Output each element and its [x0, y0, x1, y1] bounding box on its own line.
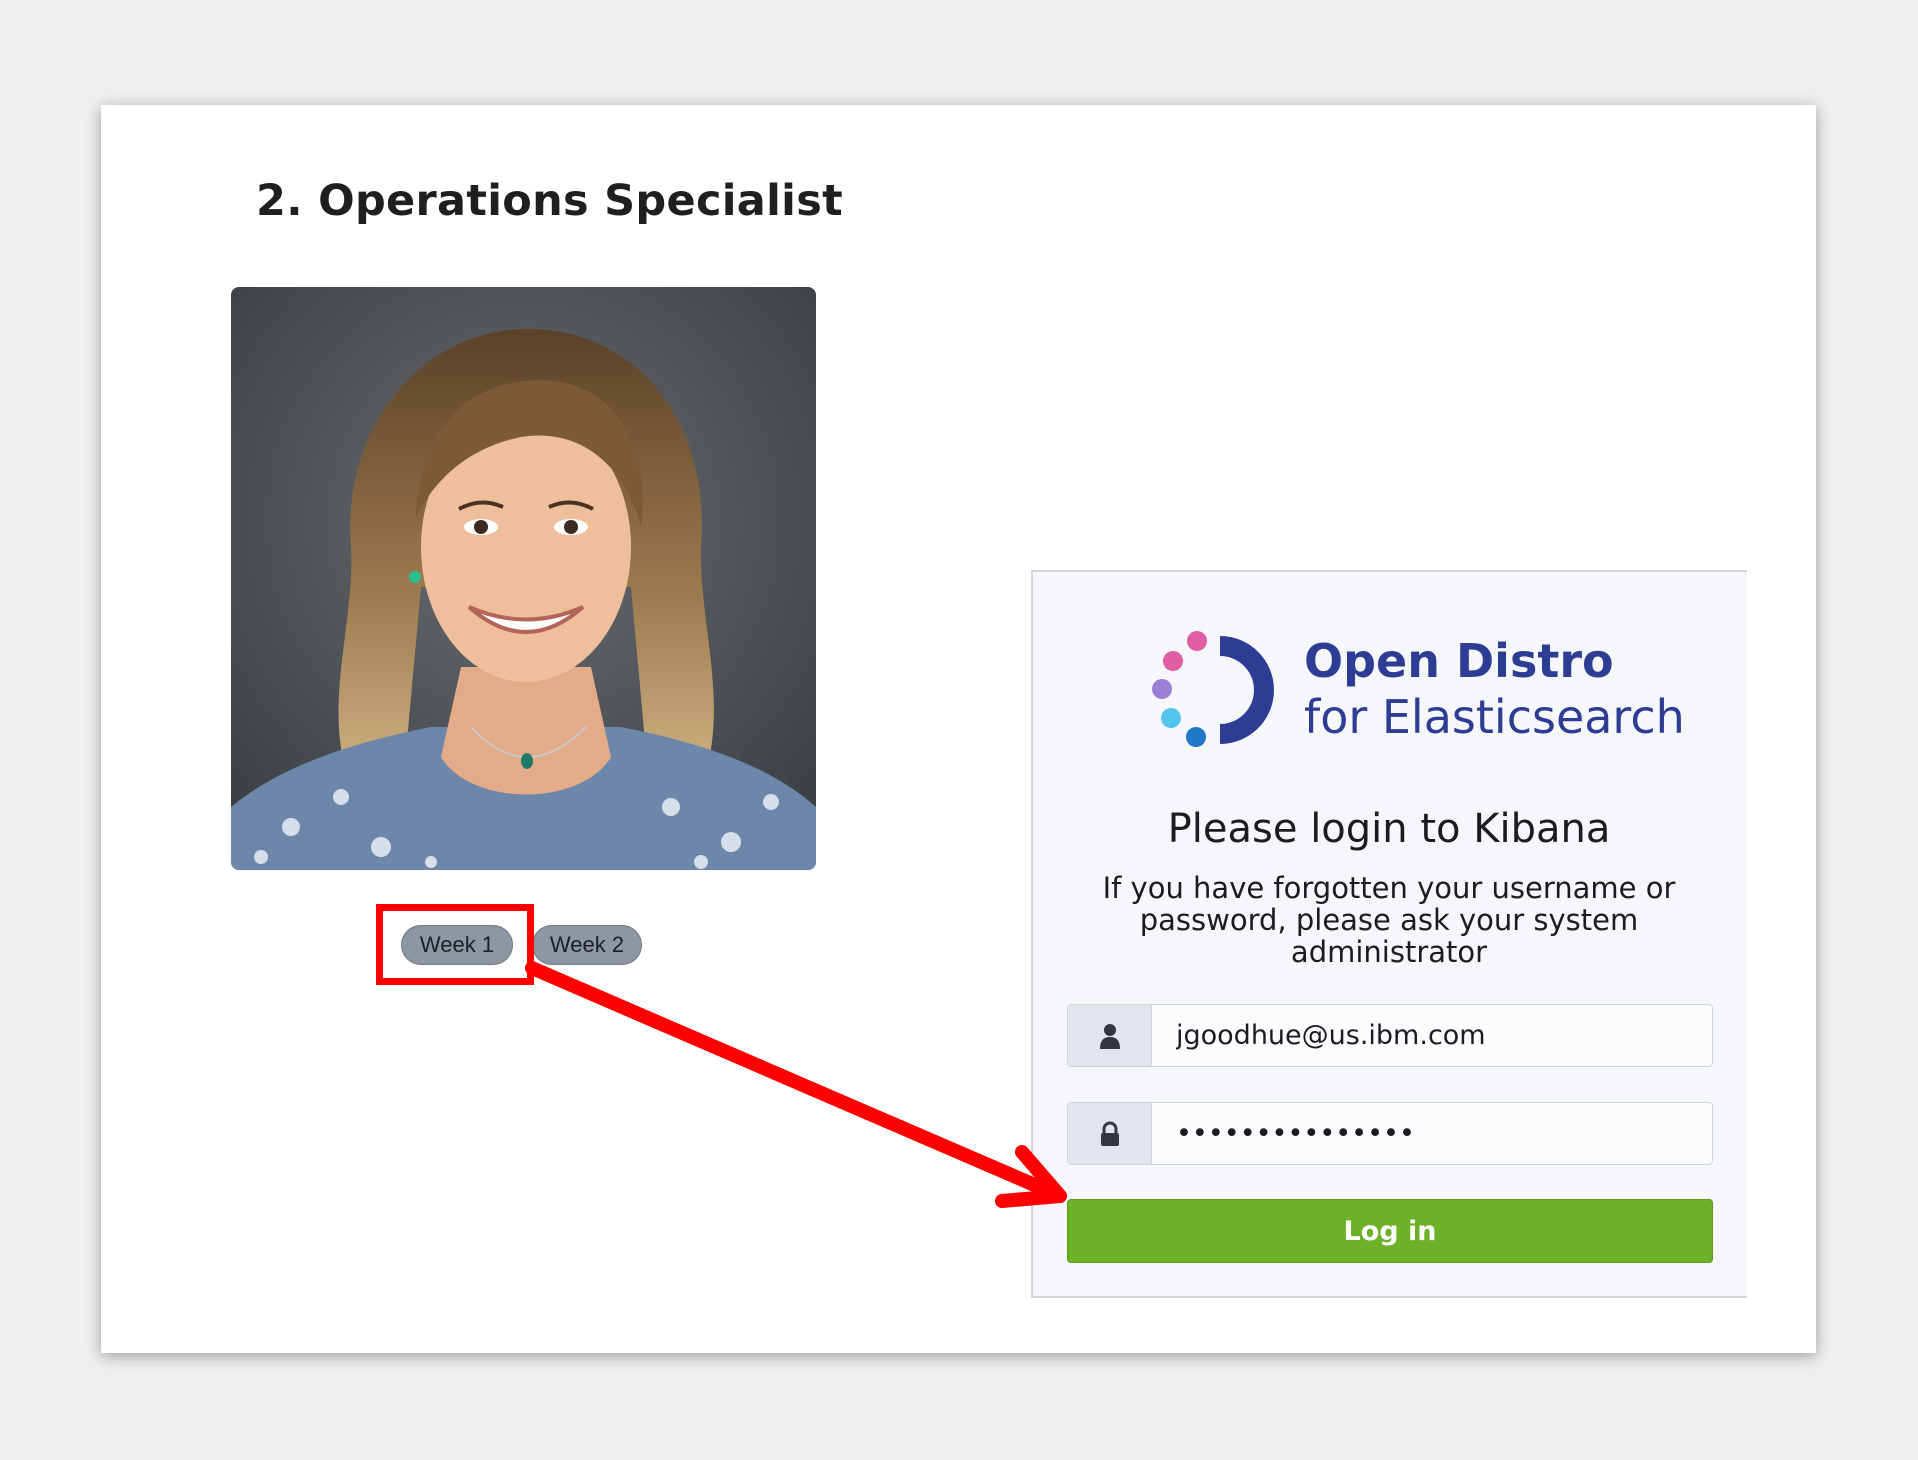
- annotation-arrow: [525, 961, 1067, 1208]
